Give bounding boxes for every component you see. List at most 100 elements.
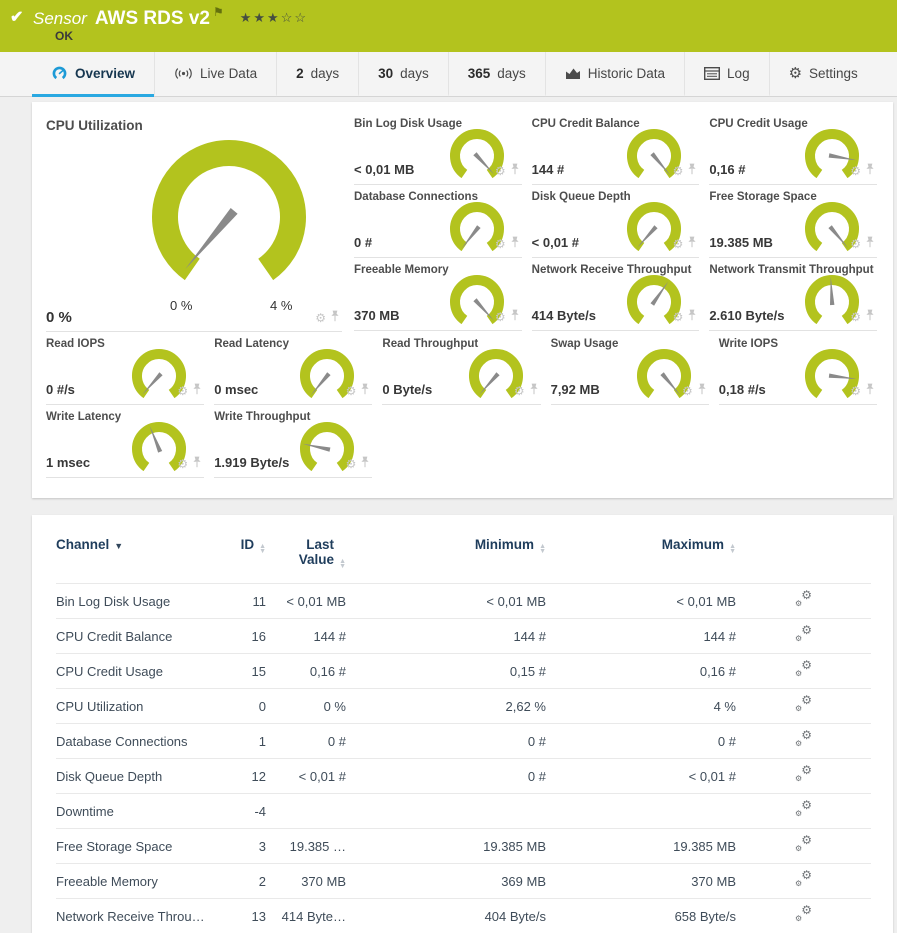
gauge-settings-button[interactable]: ⚙ (682, 382, 693, 400)
tab-log[interactable]: Log (684, 52, 769, 97)
gauge-pin-button[interactable] (192, 455, 202, 473)
gauge-value: 19.385 MB (709, 235, 773, 250)
stars-filled: ★★★ (240, 10, 281, 25)
gauge-settings-button[interactable]: ⚙ (177, 382, 188, 400)
table-row-network-receive-throu: Network Receive Throu…13414 Byte…404 Byt… (56, 899, 871, 933)
column-header-channel[interactable]: Channel▼ (56, 533, 211, 584)
gauge-settings-gear-icon: ⚙ (850, 310, 861, 324)
column-header-min[interactable]: Minimum▲▼ (346, 533, 546, 584)
table-row-cpu-credit-balance: CPU Credit Balance16144 #144 #144 #⚙⚙ (56, 619, 871, 654)
gauge-settings-button[interactable]: ⚙ (495, 235, 506, 253)
tab-30-days[interactable]: 30days (358, 52, 448, 97)
channel-settings-button[interactable]: ⚙⚙ (795, 767, 812, 782)
gauge-value: 0 #/s (46, 382, 75, 397)
cell-min: 0 # (346, 724, 546, 759)
gauge-settings-button[interactable]: ⚙ (346, 455, 357, 473)
gauge-pin-button[interactable] (360, 455, 370, 473)
gauge-settings-button[interactable]: ⚙ (673, 308, 684, 326)
gauge-value: 144 # (532, 162, 565, 177)
gauge-settings-button[interactable]: ⚙ (850, 308, 861, 326)
channel-settings-button[interactable]: ⚙⚙ (795, 697, 812, 712)
cell-channel[interactable]: Bin Log Disk Usage (56, 584, 211, 619)
cell-channel[interactable]: CPU Credit Usage (56, 654, 211, 689)
channel-settings-button[interactable]: ⚙⚙ (795, 732, 812, 747)
gauge-pin-button[interactable] (687, 235, 697, 253)
gauge-settings-gear-icon: ⚙ (177, 384, 188, 398)
gauge-settings-button[interactable]: ⚙ (850, 162, 861, 180)
flag-icon[interactable]: ⚑ (213, 5, 224, 19)
gauge-value: 414 Byte/s (532, 308, 596, 323)
pin-icon (865, 163, 875, 175)
gauge-pin-button[interactable] (697, 382, 707, 400)
column-header-max[interactable]: Maximum▲▼ (546, 533, 736, 584)
tab-365-days[interactable]: 365days (448, 52, 545, 97)
cell-channel[interactable]: Network Receive Throu… (56, 899, 211, 933)
gauge-cell-write-throughput: Write Throughput1.919 Byte/s⚙ (214, 405, 372, 478)
gauge-value: 0,18 #/s (719, 382, 766, 397)
gauge-title: Swap Usage (551, 338, 619, 350)
channel-settings-button[interactable]: ⚙⚙ (795, 907, 812, 922)
gauge-pin-button[interactable] (687, 308, 697, 326)
gauge-pin-button[interactable] (510, 235, 520, 253)
tab-overview[interactable]: Overview (32, 52, 154, 97)
cell-id: -4 (211, 794, 266, 829)
gauge-pin-button[interactable] (360, 382, 370, 400)
gauge-pin-button[interactable] (865, 162, 875, 180)
gauge-settings-button[interactable]: ⚙ (850, 382, 861, 400)
gauge-pin-button[interactable] (865, 382, 875, 400)
gauge-cell-network-transmit-throughput: Network Transmit Throughput2.610 Byte/s⚙ (709, 258, 877, 331)
gauge-cell-read-latency: Read Latency0 msec⚙ (214, 332, 372, 405)
priority-stars[interactable]: ★★★☆☆ (240, 10, 308, 25)
gauge-pin-button[interactable] (865, 235, 875, 253)
gauge-settings-button[interactable]: ⚙ (673, 235, 684, 253)
gauge-title: CPU Credit Usage (709, 118, 807, 130)
gauge-settings-gear-icon: ⚙ (495, 237, 506, 251)
gauge-pin-button[interactable] (687, 162, 697, 180)
status-badge: OK (55, 29, 73, 43)
gear-icon-small: ⚙ (795, 635, 802, 643)
gauge-settings-gear-icon: ⚙ (850, 384, 861, 398)
gauge-pin-button[interactable] (510, 308, 520, 326)
gauge-needle (479, 372, 499, 394)
log-icon (704, 67, 720, 80)
gauge-settings-button[interactable]: ⚙ (315, 309, 326, 327)
column-header-last[interactable]: Last Value▲▼ (266, 533, 346, 584)
channel-settings-button[interactable]: ⚙⚙ (795, 872, 812, 887)
gauge-settings-button[interactable]: ⚙ (495, 162, 506, 180)
cell-channel[interactable]: CPU Credit Balance (56, 619, 211, 654)
gauge-settings-button[interactable]: ⚙ (346, 382, 357, 400)
tab-settings[interactable]: ⚙Settings (769, 52, 877, 97)
cell-channel[interactable]: Freeable Memory (56, 864, 211, 899)
gauge-settings-button[interactable]: ⚙ (495, 308, 506, 326)
pin-icon (865, 383, 875, 395)
gauge-pin-button[interactable] (330, 309, 340, 327)
gauge-settings-button[interactable]: ⚙ (177, 455, 188, 473)
channel-settings-button[interactable]: ⚙⚙ (795, 837, 812, 852)
cell-channel[interactable]: CPU Utilization (56, 689, 211, 724)
sort-icon: ▲▼ (339, 560, 346, 569)
channel-settings-button[interactable]: ⚙⚙ (795, 592, 812, 607)
cell-channel[interactable]: Free Storage Space (56, 829, 211, 864)
cell-channel[interactable]: Database Connections (56, 724, 211, 759)
tab-live-data[interactable]: Live Data (154, 52, 276, 97)
gear-icon-small: ⚙ (795, 740, 802, 748)
channel-settings-button[interactable]: ⚙⚙ (795, 802, 812, 817)
column-header-id[interactable]: ID▲▼ (211, 533, 266, 584)
pin-icon (865, 309, 875, 321)
gauge-pin-button[interactable] (865, 308, 875, 326)
gauge-settings-button[interactable]: ⚙ (673, 162, 684, 180)
tab-2-days[interactable]: 2days (276, 52, 358, 97)
channel-settings-button[interactable]: ⚙⚙ (795, 627, 812, 642)
channel-settings-button[interactable]: ⚙⚙ (795, 662, 812, 677)
cell-channel[interactable]: Disk Queue Depth (56, 759, 211, 794)
gauge-pin-button[interactable] (192, 382, 202, 400)
gauge-settings-button[interactable]: ⚙ (850, 235, 861, 253)
gauge-title: Read Latency (214, 338, 289, 350)
gauge-pin-button[interactable] (510, 162, 520, 180)
tab-label: Overview (75, 66, 135, 81)
gauge-settings-button[interactable]: ⚙ (514, 382, 525, 400)
tab-historic-data[interactable]: Historic Data (545, 52, 684, 97)
cell-min (346, 794, 546, 829)
cell-channel[interactable]: Downtime (56, 794, 211, 829)
gauge-pin-button[interactable] (529, 382, 539, 400)
